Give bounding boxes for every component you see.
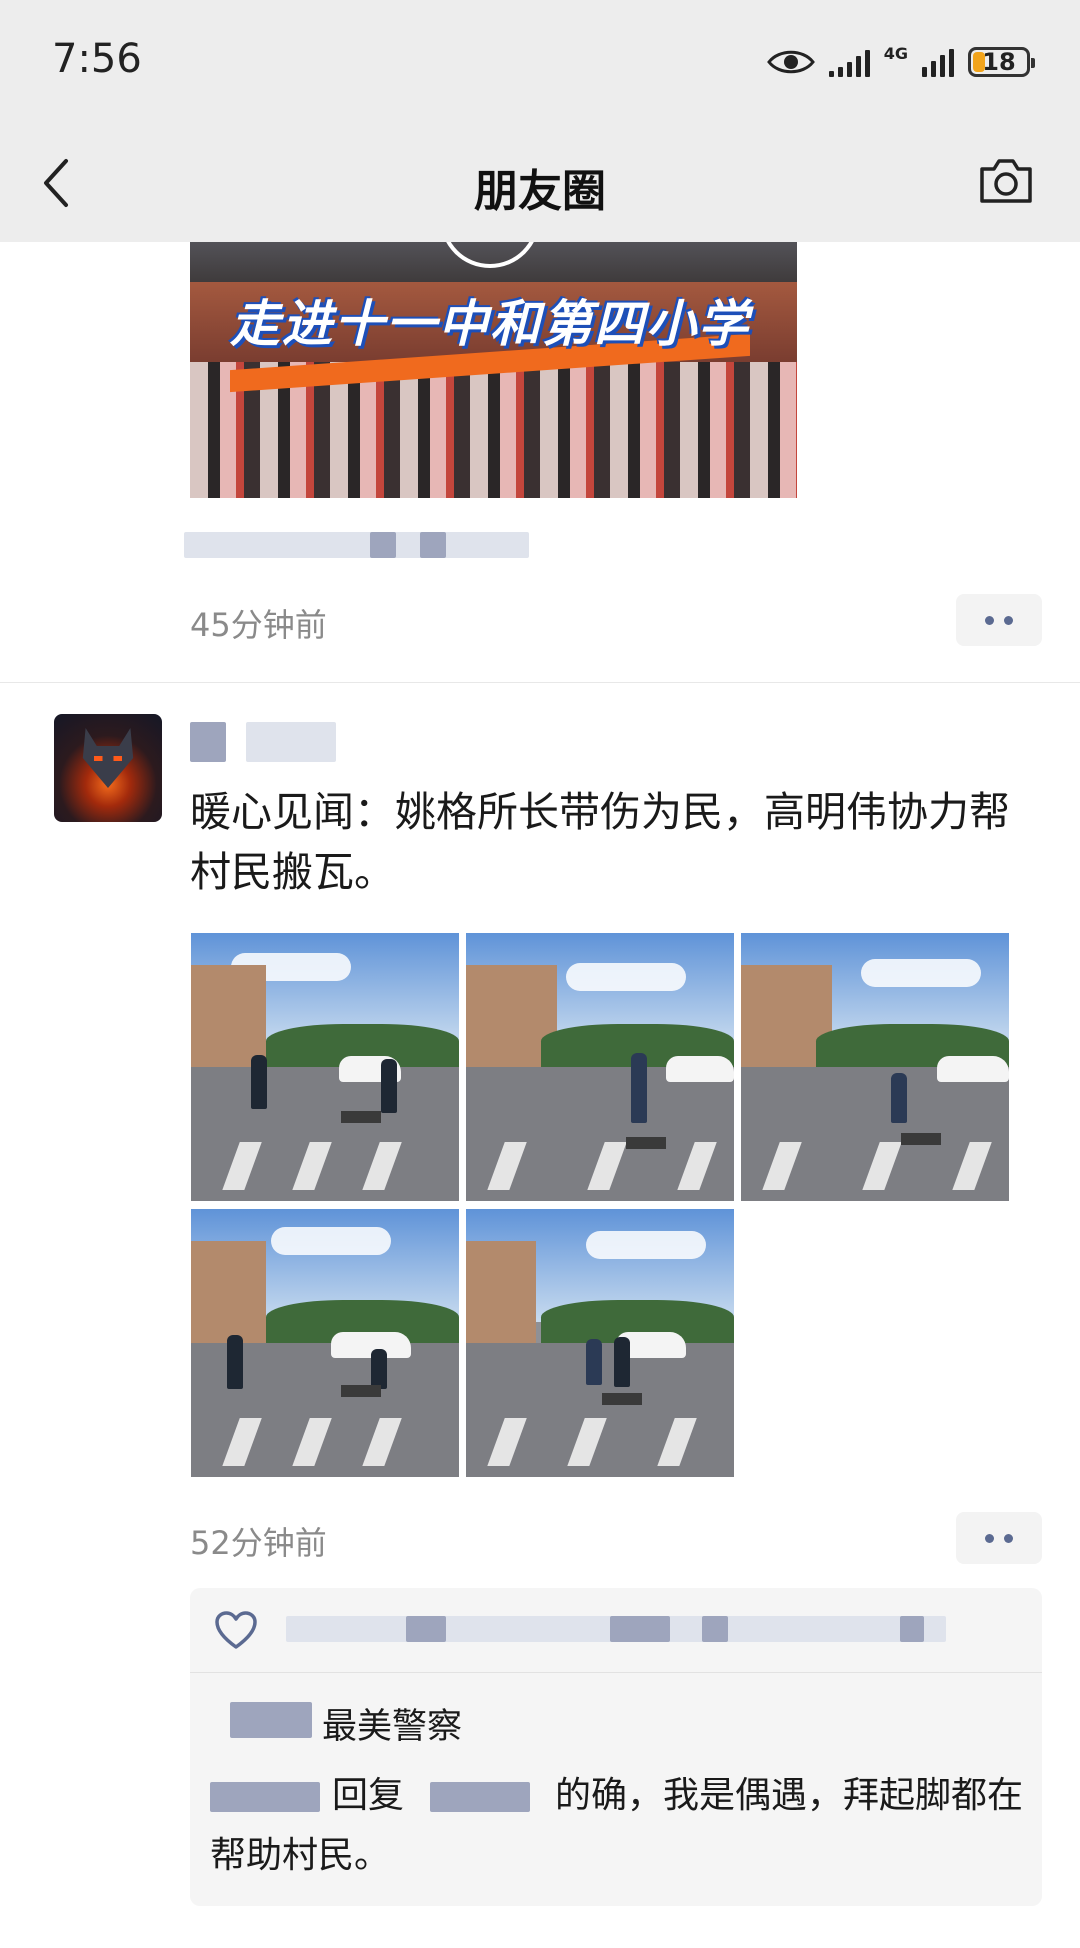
post-photo[interactable]	[191, 933, 459, 1201]
post-photo[interactable]	[741, 933, 1009, 1201]
likes-row	[190, 1588, 1042, 1673]
camera-icon[interactable]	[976, 153, 1036, 209]
redacted-block	[406, 1616, 446, 1642]
redacted-block	[420, 532, 446, 558]
comment-text: 最美警察	[322, 1707, 463, 1747]
post-timestamp: 52分钟前	[190, 1524, 327, 1562]
redacted-block	[370, 532, 396, 558]
dot-icon	[985, 615, 994, 625]
likes-comments-box: 最美警察 回复 的确，我是偶遇，拜起脚都在帮助村民。	[190, 1588, 1042, 1906]
post-more-button[interactable]	[956, 1512, 1042, 1564]
post-more-button[interactable]	[956, 594, 1042, 646]
signal-4g-icon	[922, 47, 954, 77]
redacted-source-link[interactable]	[184, 532, 529, 558]
post-divider	[0, 682, 1080, 683]
status-bar: 7:56 4G 18	[0, 0, 1080, 125]
heart-icon	[215, 1611, 257, 1649]
redacted-username	[246, 722, 336, 762]
dot-icon	[1004, 1533, 1013, 1543]
battery-level: 18	[982, 48, 1016, 76]
redacted-commenter[interactable]	[230, 1702, 312, 1738]
post-photo[interactable]	[466, 1209, 734, 1477]
post-text: 暖心见闻：姚格所长带伤为民，高明伟协力帮村民搬瓦。	[190, 788, 1010, 896]
signal-strength-icon	[828, 47, 870, 77]
status-icons: 4G 18	[766, 38, 1035, 86]
network-type: 4G	[883, 44, 908, 63]
dot-icon	[985, 1533, 994, 1543]
page-title: 朋友圈	[474, 166, 606, 217]
dot-icon	[1004, 615, 1013, 625]
redacted-block	[610, 1616, 670, 1642]
post-photo[interactable]	[191, 1209, 459, 1477]
post-timestamp: 45分钟前	[190, 606, 327, 644]
nav-bar: 朋友圈	[0, 125, 1080, 242]
eye-icon	[766, 50, 815, 74]
avatar[interactable]	[54, 714, 162, 822]
comment-text: 的确，我是偶遇，拜起脚都在帮助村民。	[210, 1775, 1024, 1876]
video-caption: 走进十一中和第四小学	[230, 295, 750, 353]
redacted-username[interactable]	[190, 722, 226, 762]
status-time: 7:56	[52, 36, 142, 82]
redacted-block	[900, 1616, 924, 1642]
battery-icon: 18	[968, 47, 1035, 77]
redacted-block	[702, 1616, 728, 1642]
post-photo[interactable]	[466, 933, 734, 1201]
